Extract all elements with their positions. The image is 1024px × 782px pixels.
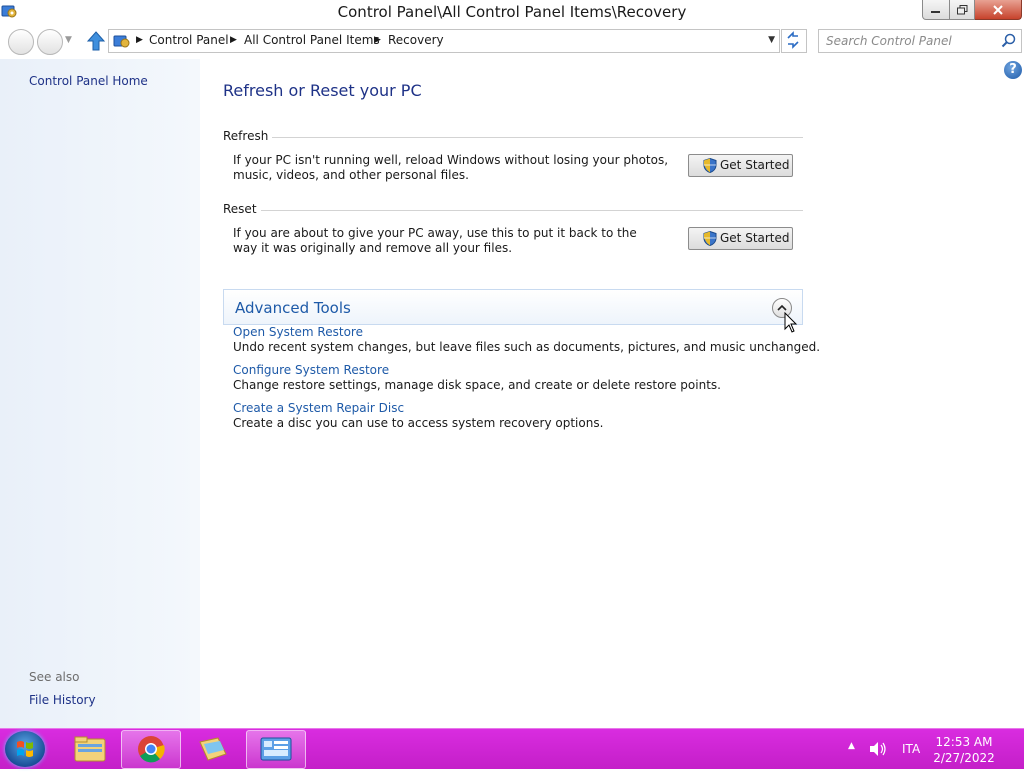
taskbar-explorer-folder[interactable] <box>184 730 242 767</box>
up-arrow-icon[interactable] <box>86 30 106 52</box>
control-panel-home-link[interactable]: Control Panel Home <box>29 74 148 88</box>
address-bar[interactable]: ▶ Control Panel ▶ All Control Panel Item… <box>108 29 780 53</box>
advanced-tools-header[interactable]: Advanced Tools <box>223 289 803 325</box>
create-repair-disc-link[interactable]: Create a System Repair Disc <box>233 401 404 415</box>
folder-icon <box>74 736 106 762</box>
volume-icon[interactable] <box>868 740 888 758</box>
help-icon[interactable]: ? <box>1004 61 1022 79</box>
search-box[interactable]: Search Control Panel <box>818 29 1022 53</box>
minimize-button[interactable] <box>922 0 950 20</box>
forward-button[interactable] <box>37 29 63 55</box>
recent-pages-chevron-icon[interactable]: ▼ <box>65 35 72 45</box>
create-repair-disc-description: Create a disc you can use to access syst… <box>233 416 604 430</box>
input-language-indicator[interactable]: ITA <box>902 742 920 782</box>
restore-icon <box>956 4 967 14</box>
address-dropdown-icon[interactable]: ▼ <box>768 35 775 45</box>
folder-icon <box>199 737 227 761</box>
control-panel-icon <box>113 35 130 48</box>
configure-system-restore-description: Change restore settings, manage disk spa… <box>233 378 721 392</box>
clock[interactable]: 12:53 AM 2/27/2022 <box>930 734 998 766</box>
taskbar-control-panel[interactable] <box>246 730 306 769</box>
window-controls <box>922 0 1022 20</box>
refresh-button[interactable] <box>781 29 807 53</box>
breadcrumb-separator-icon[interactable]: ▶ <box>136 35 143 45</box>
control-panel-icon <box>260 737 292 761</box>
advanced-tools-title: Advanced Tools <box>235 299 351 317</box>
uac-shield-icon <box>703 231 717 246</box>
search-icon[interactable] <box>1001 33 1016 48</box>
breadcrumb-recovery[interactable]: Recovery <box>388 33 444 47</box>
page-title: Refresh or Reset your PC <box>223 81 422 100</box>
get-started-label: Get Started <box>720 158 790 172</box>
start-button[interactable] <box>5 731 45 767</box>
clock-date: 2/27/2022 <box>933 751 995 765</box>
show-hidden-icons-button[interactable]: ▲ <box>848 741 855 781</box>
title-bar: Control Panel\All Control Panel Items\Re… <box>0 0 1024 26</box>
reset-get-started-button[interactable]: Get Started <box>688 227 793 250</box>
close-icon <box>993 4 1003 15</box>
see-also-label: See also <box>29 670 80 684</box>
uac-shield-icon <box>703 158 717 173</box>
refresh-description: If your PC isn't running well, reload Wi… <box>233 153 669 182</box>
minimize-icon <box>931 10 940 13</box>
open-system-restore-link[interactable]: Open System Restore <box>233 325 363 339</box>
clock-time: 12:53 AM <box>935 735 993 749</box>
breadcrumb-control-panel[interactable]: Control Panel <box>149 33 229 47</box>
navigation-bar: ▼ ▶ Control Panel ▶ All Control Panel It… <box>0 26 1024 58</box>
mouse-cursor-icon <box>784 312 798 333</box>
refresh-get-started-button[interactable]: Get Started <box>688 154 793 177</box>
taskbar: ▲ ITA 12:53 AM 2/27/2022 <box>0 728 1024 769</box>
breadcrumb-separator-icon[interactable]: ▶ <box>374 35 381 45</box>
open-system-restore-description: Undo recent system changes, but leave fi… <box>233 340 821 354</box>
configure-system-restore-link[interactable]: Configure System Restore <box>233 363 389 377</box>
chrome-icon <box>138 736 165 763</box>
file-history-link[interactable]: File History <box>29 693 96 707</box>
taskbar-chrome[interactable] <box>121 730 181 769</box>
taskbar-file-explorer[interactable] <box>61 730 119 767</box>
refresh-icon <box>787 31 799 49</box>
breadcrumb-separator-icon[interactable]: ▶ <box>230 35 237 45</box>
divider <box>223 210 803 211</box>
back-button[interactable] <box>8 29 34 55</box>
window-title: Control Panel\All Control Panel Items\Re… <box>337 3 687 21</box>
refresh-heading: Refresh <box>223 129 273 143</box>
reset-heading: Reset <box>223 202 261 216</box>
get-started-label: Get Started <box>720 231 790 245</box>
left-navigation-pane: Control Panel Home See also File History <box>0 59 200 728</box>
close-button[interactable] <box>975 0 1022 20</box>
reset-description: If you are about to give your PC away, u… <box>233 226 637 255</box>
breadcrumb-all-items[interactable]: All Control Panel Items <box>244 33 380 47</box>
divider <box>223 137 803 138</box>
windows-logo-icon <box>17 741 33 757</box>
restore-button[interactable] <box>950 0 975 20</box>
search-placeholder[interactable]: Search Control Panel <box>826 34 952 48</box>
